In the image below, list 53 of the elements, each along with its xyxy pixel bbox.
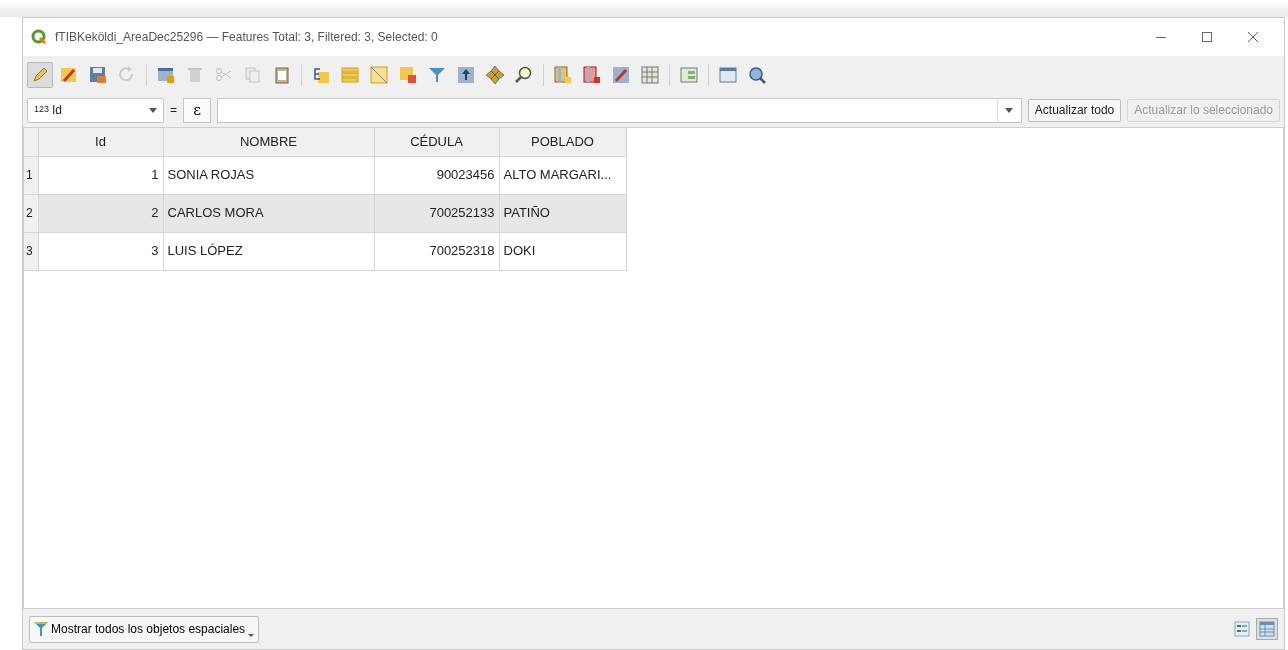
zoom-icon	[514, 64, 534, 85]
table-cell: 90023456	[374, 156, 499, 194]
feature-filter-button[interactable]: Mostrar todos los objetos espaciales	[29, 615, 260, 643]
move-to-top-icon	[456, 64, 476, 85]
table-cell: SONIA ROJAS	[163, 156, 374, 194]
table-cell: 2	[38, 194, 163, 232]
copy-icon	[243, 64, 263, 85]
caret-icon	[1005, 107, 1014, 113]
field-type-label: 123	[34, 103, 50, 117]
table-cell: 700252318	[374, 232, 499, 270]
field-name: Id	[52, 102, 63, 119]
column-header[interactable]: CÉDULA	[374, 128, 499, 156]
zoom-to-feature-icon	[747, 64, 767, 85]
column-header[interactable]: Id	[38, 128, 163, 156]
expression-button[interactable]: ε	[183, 97, 211, 123]
app-logo-icon	[31, 29, 47, 45]
table-cell: LUIS LÓPEZ	[163, 232, 374, 270]
window-icon	[718, 64, 738, 85]
caret-icon	[248, 633, 255, 637]
table-view-icon	[1259, 621, 1275, 637]
caret-icon	[149, 107, 157, 113]
table-cell: 1	[38, 156, 163, 194]
field-dropdown[interactable]: 123 Id	[27, 97, 164, 123]
column-delete-icon	[582, 64, 602, 85]
table-view-button[interactable]	[1256, 618, 1278, 640]
operator-label: =	[170, 102, 177, 119]
column-add-icon	[553, 64, 573, 85]
table-cell: CARLOS MORA	[163, 194, 374, 232]
deselect-icon	[398, 64, 418, 85]
table-cell: DOKI	[499, 232, 626, 270]
form-icon	[679, 64, 699, 85]
form-view-button[interactable]	[1231, 618, 1253, 640]
row-number[interactable]: 1	[24, 156, 38, 194]
table-cell: 3	[38, 232, 163, 270]
filter-icon	[34, 621, 48, 637]
maximize-icon	[1201, 31, 1213, 43]
clipboard-icon	[272, 64, 292, 85]
table-cell: PATIÑO	[499, 194, 626, 232]
invert-selection-icon	[369, 64, 389, 85]
column-header[interactable]: POBLADO	[499, 128, 626, 156]
rows-icon	[340, 64, 360, 85]
table-cell: ALTO MARGARI...	[499, 156, 626, 194]
row-number[interactable]: 2	[24, 194, 38, 232]
window-title: fTIBKeköldi_AreaDec25296 — Features Total: 3, Filtered: 3, Selected: 0	[55, 29, 438, 46]
form-view-icon	[1234, 621, 1250, 637]
expression-field[interactable]	[217, 97, 1022, 123]
update-button[interactable]: Actualizar todo	[1027, 98, 1122, 122]
column-header[interactable]: NOMBRE	[163, 128, 374, 156]
row-number[interactable]: 3	[24, 232, 38, 270]
close-icon	[1247, 31, 1259, 43]
grid-icon	[640, 64, 660, 85]
table-cell: 700252133	[374, 194, 499, 232]
pan-icon	[485, 64, 505, 85]
